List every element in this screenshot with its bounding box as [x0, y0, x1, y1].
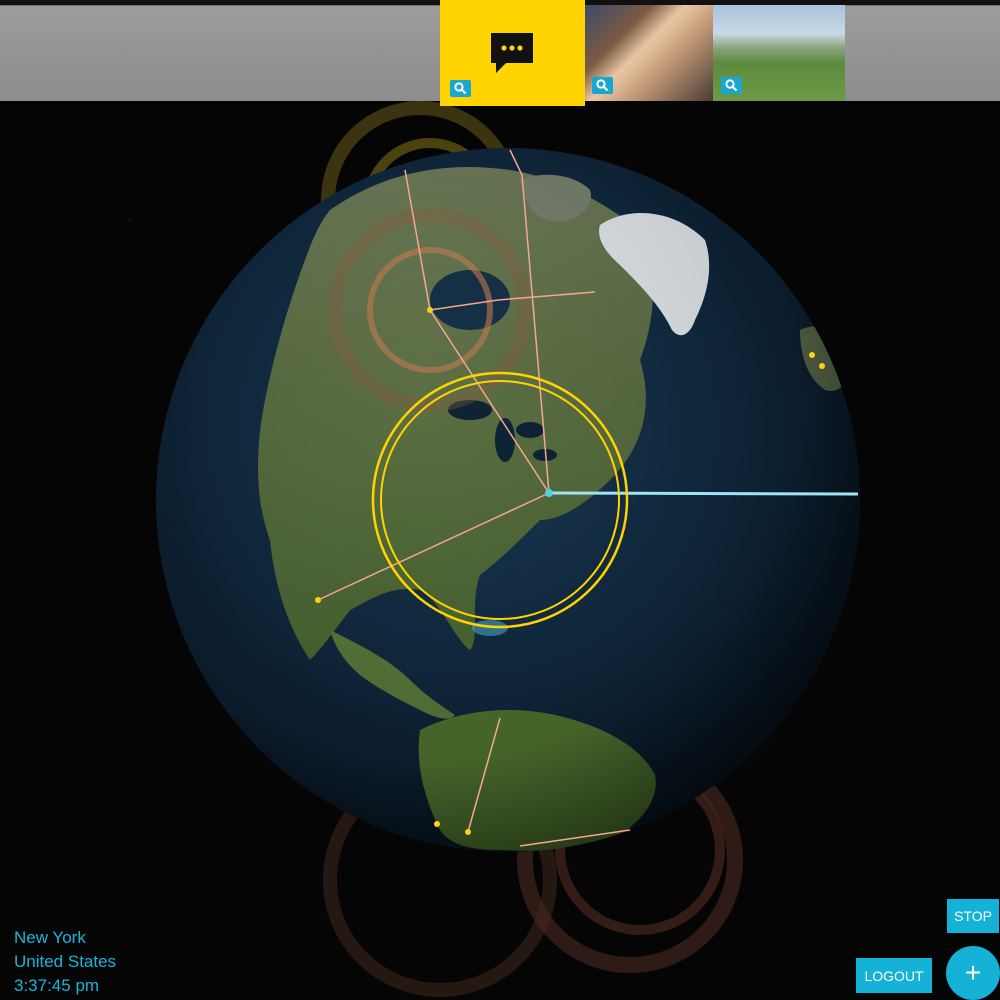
country-label: United States — [14, 952, 117, 971]
marker-europe-1[interactable] — [809, 352, 815, 358]
add-button[interactable]: + — [946, 946, 1000, 1000]
globe-view[interactable] — [0, 0, 1000, 1000]
city-label: New York — [14, 928, 86, 947]
gallery-tile-photo-park[interactable] — [713, 5, 845, 101]
live-beam — [548, 491, 859, 496]
stop-button[interactable]: STOP — [947, 899, 999, 933]
gallery-tile-photo-selfie[interactable] — [585, 5, 713, 101]
gallery-tile-chat[interactable] — [440, 0, 585, 106]
marker-canada[interactable] — [427, 307, 433, 313]
marker-new-york[interactable] — [545, 489, 553, 497]
magnify-icon[interactable] — [450, 80, 471, 97]
marker-mexico[interactable] — [315, 597, 321, 603]
marker-peru[interactable] — [434, 821, 440, 827]
magnify-icon[interactable] — [592, 77, 613, 94]
magnify-icon[interactable] — [721, 77, 742, 94]
local-time-label: 3:37:45 pm — [14, 976, 100, 995]
chat-bubble-icon — [491, 33, 533, 73]
logout-button[interactable]: LOGOUT — [856, 958, 932, 993]
location-readout: New York United States 3:37:45 pm — [14, 926, 116, 998]
marker-europe-2[interactable] — [819, 363, 825, 369]
marker-chile[interactable] — [465, 829, 471, 835]
